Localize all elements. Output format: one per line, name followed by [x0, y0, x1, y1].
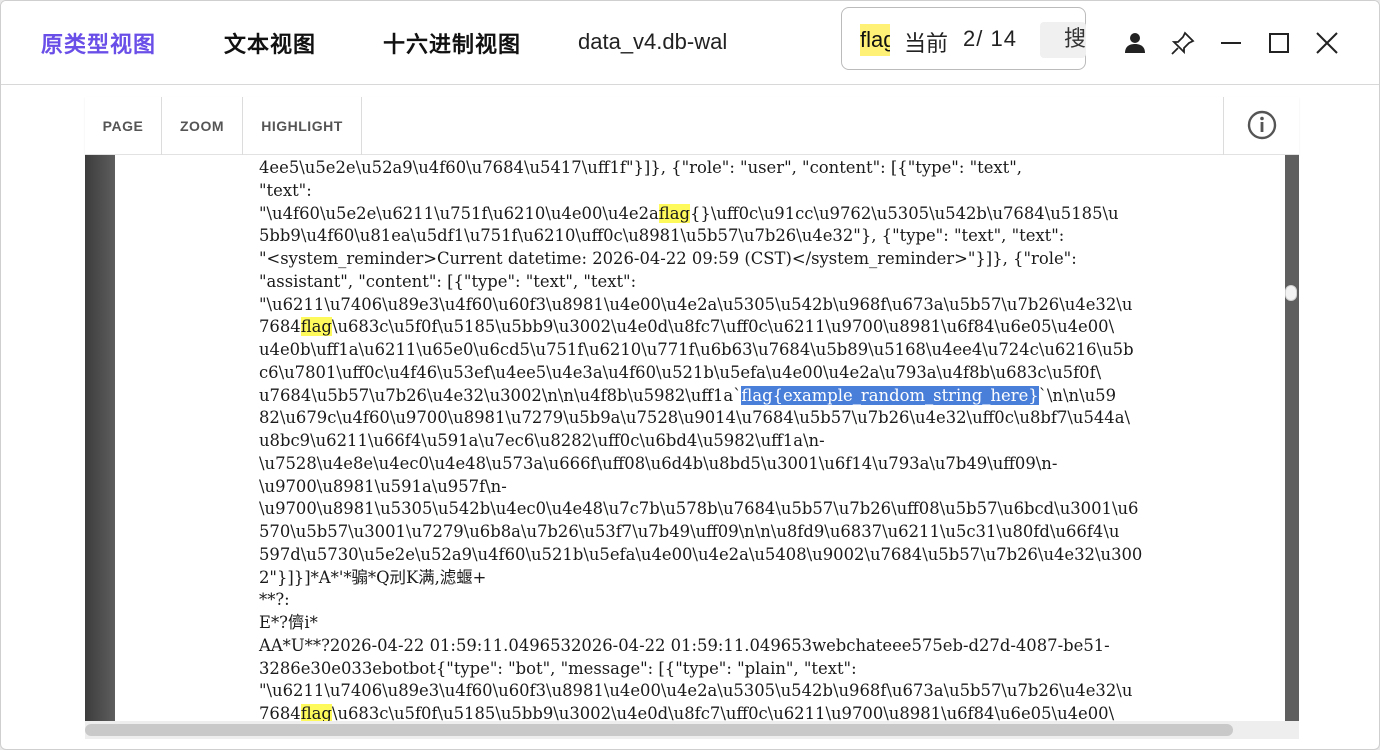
- text-line: 7684flag\u683c\u5f0f\u5185\u5bb9\u3002\u…: [259, 316, 1179, 339]
- text-segment: "\u6211\u7406\u89e3\u4f60\u60f3\u8981\u4…: [259, 681, 1133, 701]
- text-segment: 4ee5\u5e2e\u52a9\u4f60\u7684\u5417\uff1f…: [259, 158, 1022, 177]
- horizontal-scrollbar[interactable]: [85, 721, 1299, 739]
- vertical-scrollbar-thumb[interactable]: [1285, 285, 1297, 301]
- document-viewer: 4ee5\u5e2e\u52a9\u4f60\u7684\u5417\uff1f…: [85, 155, 1299, 739]
- text-segment: {}\uff0c\u91cc\u9762\u5305\u542b\u7684\u…: [690, 203, 1119, 223]
- text-line: "\u4f60\u5e2e\u6211\u751f\u6210\u4e00\u4…: [259, 203, 1179, 226]
- document-text[interactable]: 4ee5\u5e2e\u52a9\u4f60\u7684\u5417\uff1f…: [259, 157, 1179, 726]
- text-segment: 5bb9\u4f60\u81ea\u5df1\u751f\u6210\uff0c…: [259, 226, 1065, 246]
- text-segment: u7684\u5b57\u7b26\u4e32\u3002\n\n\u4f8b\…: [259, 385, 742, 405]
- search-button[interactable]: 搜索: [1040, 22, 1086, 58]
- text-segment: 570\u5b57\u3001\u7279\u6b8a\u7b26\u53f7\…: [259, 522, 1120, 541]
- search-panel: flag 当前 2/ 14 搜索: [841, 7, 1086, 70]
- search-input[interactable]: flag: [860, 24, 890, 56]
- search-match-highlight: flag: [300, 317, 332, 337]
- text-segment: E*?儕i*: [259, 613, 318, 632]
- text-line: **?:: [259, 589, 1179, 612]
- text-segment: "assistant", "content": [{"type": "text"…: [259, 271, 637, 291]
- minimize-icon[interactable]: [1217, 29, 1245, 57]
- text-line: E*?儕i*: [259, 612, 1179, 635]
- text-line: 4ee5\u5e2e\u52a9\u4f60\u7684\u5417\uff1f…: [259, 157, 1179, 180]
- text-line: \u9700\u8981\u5305\u542b\u4ec0\u4e48\u7c…: [259, 498, 1179, 521]
- text-segment: 3286e30e033ebotbot{"type": "bot", "messa…: [259, 658, 857, 678]
- text-line: "\u6211\u7406\u89e3\u4f60\u60f3\u8981\u4…: [259, 294, 1179, 317]
- info-button[interactable]: [1223, 97, 1299, 155]
- tab-text-view[interactable]: 文本视图: [224, 27, 316, 59]
- text-segment: 2"}]}]*A*'*骟*Q刓K满,滤蝘+: [259, 567, 487, 587]
- text-segment: \u7528\u4e8e\u4ec0\u4e48\u573a\u666f\uff…: [259, 453, 1058, 473]
- text-line: u4e0b\uff1a\u6211\u65e0\u6cd5\u751f\u621…: [259, 339, 1179, 362]
- search-match-count: 2/ 14: [963, 26, 1017, 51]
- page-button[interactable]: PAGE: [85, 97, 162, 155]
- text-segment: **?:: [259, 590, 290, 610]
- text-segment: 82\u679c\u4f60\u9700\u8981\u7279\u5b9a\u…: [259, 408, 1131, 428]
- text-line: "text":: [259, 180, 1179, 203]
- text-line: "<system_reminder>Current datetime: 2026…: [259, 248, 1179, 271]
- search-match-highlight: flag: [658, 203, 690, 223]
- text-line: c6\u7801\uff0c\u4f46\u53ef\u4ee5\u4e3a\u…: [259, 362, 1179, 385]
- text-segment: "\u4f60\u5e2e\u6211\u751f\u6210\u4e00\u4…: [259, 203, 659, 223]
- text-line: \u9700\u8981\u591a\u957f\n-: [259, 476, 1179, 499]
- text-segment: 7684: [259, 317, 301, 337]
- text-line: 82\u679c\u4f60\u9700\u8981\u7279\u5b9a\u…: [259, 407, 1179, 430]
- text-segment: "<system_reminder>Current datetime: 2026…: [259, 249, 1077, 268]
- close-icon[interactable]: [1313, 29, 1341, 57]
- app-window: 原类型视图 文本视图 十六进制视图 data_v4.db-wal flag 当前…: [0, 0, 1380, 750]
- user-icon[interactable]: [1121, 29, 1149, 57]
- search-current-label: 当前: [904, 32, 949, 57]
- text-segment: \u9700\u8981\u5305\u542b\u4ec0\u4e48\u7c…: [259, 499, 1139, 519]
- text-segment: \u683c\u5f0f\u5185\u5bb9\u3002\u4e0d\u8f…: [331, 317, 1115, 337]
- vertical-scrollbar-track[interactable]: [1285, 155, 1299, 739]
- pin-icon[interactable]: [1169, 29, 1197, 57]
- maximize-icon[interactable]: [1265, 29, 1293, 57]
- horizontal-scrollbar-thumb[interactable]: [85, 724, 1233, 736]
- text-line: 2"}]}]*A*'*骟*Q刓K满,滤蝘+: [259, 567, 1179, 590]
- title-bar: 原类型视图 文本视图 十六进制视图 data_v4.db-wal flag 当前…: [1, 1, 1379, 85]
- text-line: "\u6211\u7406\u89e3\u4f60\u60f3\u8981\u4…: [259, 680, 1179, 703]
- text-line: 5bb9\u4f60\u81ea\u5df1\u751f\u6210\uff0c…: [259, 225, 1179, 248]
- text-line: 570\u5b57\u3001\u7279\u6b8a\u7b26\u53f7\…: [259, 521, 1179, 544]
- text-segment: 597d\u5730\u5e2e\u52a9\u4f60\u521b\u5efa…: [259, 544, 1143, 564]
- text-segment: "\u6211\u7406\u89e3\u4f60\u60f3\u8981\u4…: [259, 294, 1133, 314]
- text-line: \u7528\u4e8e\u4ec0\u4e48\u573a\u666f\uff…: [259, 453, 1179, 476]
- file-name: data_v4.db-wal: [578, 29, 728, 54]
- text-segment: u8bc9\u6211\u66f4\u591a\u7ec6\u8282\uff0…: [259, 431, 825, 450]
- text-line: u7684\u5b57\u7b26\u4e32\u3002\n\n\u4f8b\…: [259, 385, 1179, 408]
- zoom-button[interactable]: ZOOM: [162, 97, 243, 155]
- left-gutter: [85, 155, 115, 739]
- text-segment: c6\u7801\uff0c\u4f46\u53ef\u4ee5\u4e3a\u…: [259, 362, 1102, 382]
- text-segment: "text":: [259, 180, 312, 200]
- text-segment: u4e0b\uff1a\u6211\u65e0\u6cd5\u751f\u621…: [259, 340, 1134, 359]
- document-page: 4ee5\u5e2e\u52a9\u4f60\u7684\u5417\uff1f…: [115, 155, 1285, 739]
- text-line: 597d\u5730\u5e2e\u52a9\u4f60\u521b\u5efa…: [259, 544, 1179, 567]
- text-line: 3286e30e033ebotbot{"type": "bot", "messa…: [259, 658, 1179, 681]
- tab-raw-type-view[interactable]: 原类型视图: [41, 27, 156, 59]
- text-line: u8bc9\u6211\u66f4\u591a\u7ec6\u8282\uff0…: [259, 430, 1179, 453]
- text-line: "assistant", "content": [{"type": "text"…: [259, 271, 1179, 294]
- text-line: AA*U**?2026-04-22 01:59:11.0496532026-04…: [259, 635, 1179, 658]
- viewer-toolbar: PAGE ZOOM HIGHLIGHT: [85, 97, 1299, 155]
- info-icon: [1247, 110, 1277, 140]
- tab-hex-view[interactable]: 十六进制视图: [383, 27, 521, 59]
- highlight-button[interactable]: HIGHLIGHT: [243, 97, 362, 155]
- text-segment: AA*U**?2026-04-22 01:59:11.0496532026-04…: [259, 635, 1110, 655]
- selected-text: flag{example_random_string_here}: [741, 385, 1039, 405]
- text-segment: `\n\n\u59: [1038, 385, 1117, 405]
- text-segment: \u9700\u8981\u591a\u957f\n-: [259, 476, 507, 496]
